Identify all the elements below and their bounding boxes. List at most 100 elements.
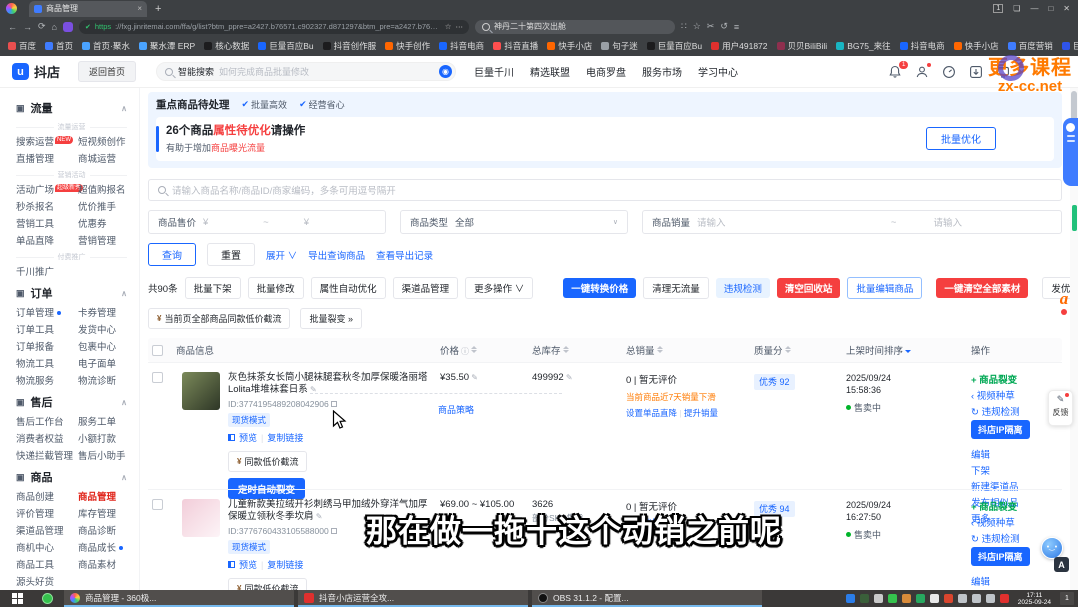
- bookmark-item[interactable]: 首页: [45, 40, 73, 52]
- product-link[interactable]: 复制链接: [267, 558, 303, 571]
- toolbar-button[interactable]: 属性自动优化: [311, 277, 386, 299]
- forward-icon[interactable]: →: [23, 22, 32, 32]
- sidebar-item[interactable]: 短视频创作: [78, 134, 139, 151]
- new-tab-button[interactable]: +: [155, 3, 161, 15]
- sidebar-item[interactable]: 评价管理: [16, 506, 78, 523]
- sidebar-item[interactable]: 搜索运营NEW: [16, 134, 78, 151]
- expand-link[interactable]: 展开 ∨: [266, 248, 297, 262]
- reset-button[interactable]: 重置: [207, 243, 255, 266]
- bookmark-item[interactable]: 句子迷: [601, 40, 638, 52]
- sidebar-item[interactable]: 订单报备: [16, 339, 78, 356]
- bookmark-item[interactable]: 快手创作: [385, 40, 430, 52]
- tray-icon-volume[interactable]: [972, 594, 981, 603]
- sidebar-item[interactable]: 优价推手: [78, 199, 139, 216]
- toolbar-button[interactable]: 更多操作 ∨: [465, 277, 533, 299]
- toolbar-button[interactable]: 清理无流量: [643, 277, 709, 299]
- bookmark-item[interactable]: 巨量百应Bu: [647, 40, 702, 52]
- history-icon[interactable]: ↺: [720, 21, 728, 32]
- sidebar-item[interactable]: 消费者权益: [16, 431, 78, 448]
- edit-icon[interactable]: ✎: [469, 373, 478, 382]
- same-style-low-price-button[interactable]: ¥同款低价截流: [228, 451, 307, 472]
- sidebar-item[interactable]: 商品管理: [78, 489, 139, 506]
- tray-icon-rec-app[interactable]: [860, 594, 869, 603]
- sidebar-item[interactable]: 商品创建: [16, 489, 78, 506]
- taskbar-app[interactable]: OBS 31.1.2 - 配置...: [532, 590, 762, 607]
- tray-icon-display[interactable]: [986, 594, 995, 603]
- op-link[interactable]: 下架: [971, 463, 1042, 477]
- op-ip-isolation-button[interactable]: 抖店IP隔离: [971, 547, 1030, 566]
- bell-icon[interactable]: 1: [888, 65, 902, 79]
- sidebar-item[interactable]: 千川推广: [16, 264, 78, 281]
- account-icon[interactable]: [915, 65, 929, 79]
- same-style-low-price-button[interactable]: ¥同款低价截流: [228, 578, 307, 590]
- sidebar-item[interactable]: 快递拦截管理: [16, 448, 78, 465]
- sidebar-item[interactable]: 包裹中心: [78, 339, 139, 356]
- bulk-action-button[interactable]: ¥当前页全部商品同款低价截流: [148, 308, 290, 329]
- sidebar-item[interactable]: 单品直降: [16, 233, 78, 250]
- home-icon[interactable]: ⌂: [52, 22, 57, 32]
- toolbar-button[interactable]: 清空回收站: [777, 278, 841, 298]
- smart-search-input[interactable]: 智能搜索 如何完成商品批量修改 ◉: [156, 62, 456, 81]
- header-nav-item[interactable]: 服务市场: [642, 64, 682, 79]
- bookmark-item[interactable]: 核心数据: [204, 40, 249, 52]
- op-ip-isolation-button[interactable]: 抖店IP隔离: [971, 420, 1030, 439]
- sales-action-link[interactable]: 提升销量: [684, 408, 718, 418]
- sidebar-item[interactable]: 物流工具: [16, 356, 78, 373]
- bookmark-item[interactable]: 快手小店: [547, 40, 592, 52]
- copy-icon[interactable]: [331, 401, 337, 407]
- assistant-avatar[interactable]: •‿•: [1041, 537, 1063, 559]
- favorites-icon[interactable]: ☆: [693, 21, 701, 32]
- bookmark-item[interactable]: 用户491872: [711, 40, 767, 52]
- tray-icon-network[interactable]: [958, 594, 967, 603]
- header-nav-item[interactable]: 巨量千川: [474, 64, 514, 79]
- header-price[interactable]: 价格ⓘ: [440, 343, 532, 357]
- toolbar-button[interactable]: 批量修改: [248, 277, 304, 299]
- sales-range-filter[interactable]: 商品销量 请输入 ~ 请输入: [642, 210, 1062, 234]
- toolbar-button[interactable]: 一键清空全部素材: [936, 278, 1028, 298]
- sidebar-item[interactable]: 商品诊断: [78, 523, 139, 540]
- sidebar-item[interactable]: 物流服务: [16, 373, 78, 390]
- sidebar-item[interactable]: 营销工具: [16, 216, 78, 233]
- a-tool-icon[interactable]: A: [1054, 557, 1069, 572]
- row-checkbox[interactable]: [148, 372, 172, 489]
- taskbar-pinned-app[interactable]: [34, 590, 60, 607]
- sidebar-item[interactable]: 营销管理: [78, 233, 139, 250]
- bookmark-item[interactable]: 巨量引擎工: [1062, 40, 1078, 52]
- sidebar-item[interactable]: 商品成长: [78, 540, 139, 557]
- sidebar-item[interactable]: 小额打款: [78, 431, 139, 448]
- apps-grid-icon[interactable]: ∷: [681, 21, 687, 32]
- browser-tab[interactable]: 商品管理 ×: [29, 1, 147, 17]
- sidebar-section-header[interactable]: ▣流量∧: [16, 96, 139, 120]
- sidebar-item[interactable]: 商品素材: [78, 557, 139, 574]
- sidebar-item[interactable]: 售后小助手: [78, 448, 139, 465]
- back-icon[interactable]: ←: [8, 22, 17, 32]
- bookmark-item[interactable]: 抖音创作服: [323, 40, 377, 52]
- header-time-sort[interactable]: 上架时间排序: [846, 343, 971, 357]
- bookmark-item[interactable]: 百度营销: [1008, 40, 1053, 52]
- minimize-button[interactable]: —: [1030, 4, 1038, 13]
- bookmark-star-icon[interactable]: ☆: [445, 22, 452, 31]
- back-home-button[interactable]: 返回首页: [78, 61, 136, 82]
- header-sales[interactable]: 总销量: [626, 343, 754, 357]
- product-link[interactable]: 预览: [239, 431, 257, 444]
- browser-logo-icon[interactable]: [6, 3, 17, 14]
- tray-icon-green-shield[interactable]: [916, 594, 925, 603]
- bookmark-item[interactable]: 抖音电商: [439, 40, 484, 52]
- tray-icon-red-speaker[interactable]: [944, 594, 953, 603]
- price-range-filter[interactable]: 商品售价 ¥ ~ ¥: [148, 210, 386, 234]
- product-link[interactable]: 预览: [239, 558, 257, 571]
- sidebar-item[interactable]: 优惠券: [78, 216, 139, 233]
- op-product-fission[interactable]: + 商品裂变: [971, 499, 1042, 513]
- edit-icon[interactable]: ✎: [314, 512, 323, 521]
- header-nav-item[interactable]: 学习中心: [698, 64, 738, 79]
- sidebar-item[interactable]: 超值购报名: [78, 182, 139, 199]
- taskbar-app[interactable]: 抖音小店运营全攻...: [298, 590, 528, 607]
- header-nav-item[interactable]: 电商罗盘: [586, 64, 626, 79]
- bookmark-item[interactable]: 抖音直播: [493, 40, 538, 52]
- maximize-button[interactable]: □: [1048, 4, 1053, 13]
- taskbar-clock[interactable]: 17:112025-09-24: [1014, 592, 1055, 606]
- more-icon[interactable]: ⋯: [455, 22, 463, 31]
- query-button[interactable]: 查询: [148, 243, 196, 266]
- sidebar-section-header[interactable]: ▣商品∧: [16, 465, 139, 489]
- sidebar-item[interactable]: 订单工具: [16, 322, 78, 339]
